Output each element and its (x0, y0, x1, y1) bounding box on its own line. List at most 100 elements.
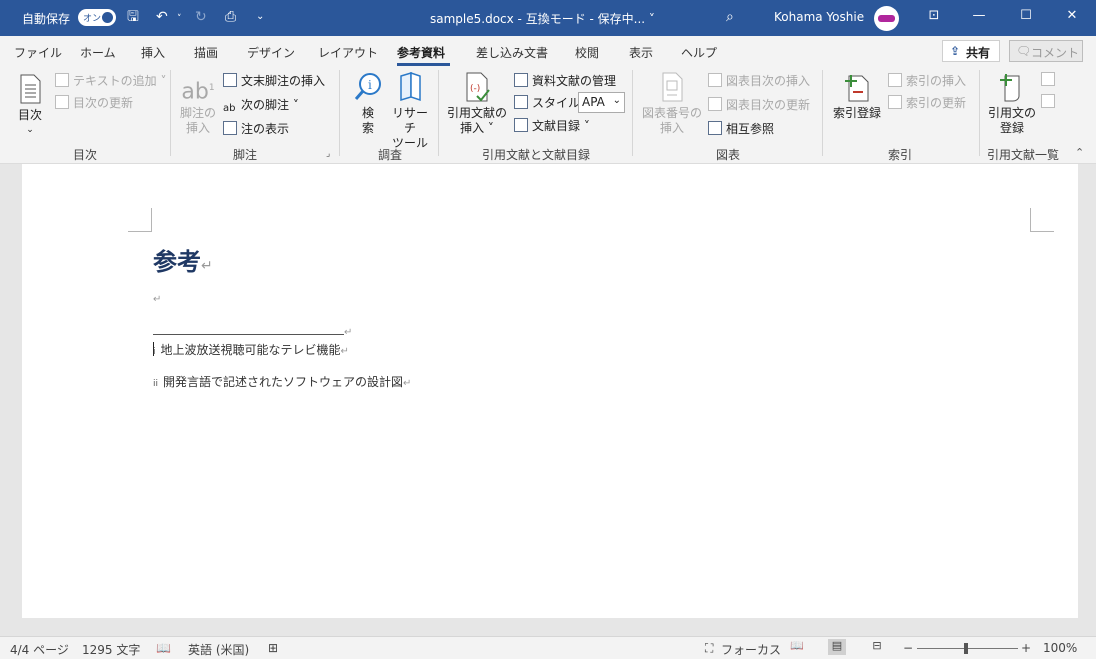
focus-label[interactable]: フォーカス (721, 641, 781, 658)
page-count[interactable]: 4/4 ページ (10, 641, 69, 658)
autosave-toggle[interactable]: オン (78, 9, 116, 26)
search-icon[interactable]: ⌕ (726, 8, 734, 26)
next-footnote-button[interactable]: ab 次の脚注 ˅ (223, 97, 299, 115)
mark-citation-button[interactable]: 引用文の 登録 (986, 72, 1038, 136)
show-notes-icon (223, 121, 237, 135)
heading-1[interactable]: 参考↵ (153, 242, 213, 277)
group-label-authorities: 引用文献一覧 (986, 148, 1059, 162)
page[interactable] (22, 164, 1078, 618)
tab-insert[interactable]: 挿入 (141, 44, 165, 61)
comments-button[interactable]: 🗨 コメント (1009, 40, 1083, 62)
tab-mailings[interactable]: 差し込み文書 (476, 44, 548, 61)
proofing-icon[interactable]: 📖 (156, 641, 171, 655)
footnote-dialog-launcher-icon[interactable]: ⌟ (326, 149, 330, 159)
language[interactable]: 英語 (米国) (188, 641, 249, 658)
document-title[interactable]: sample5.docx - 互換モード - 保存中... ˅ (430, 10, 655, 27)
insert-citation-label-1: 引用文献の (446, 106, 507, 120)
insert-table-of-figures-button[interactable]: 図表目次の挿入 (708, 73, 810, 89)
paragraph-mark: ↵ (340, 346, 349, 357)
manage-sources-button[interactable]: 資料文献の管理 (514, 73, 616, 89)
maximize-icon[interactable]: ☐ (1016, 8, 1036, 23)
zoom-in-button[interactable]: + (1021, 641, 1031, 655)
mark-entry-label: 索引登録 (832, 106, 881, 120)
tab-references[interactable]: 参考資料 (397, 44, 445, 61)
group-separator (632, 70, 633, 156)
update-table-button[interactable]: 図表目次の更新 (708, 97, 810, 113)
footnote-reference: i (153, 347, 156, 357)
share-label: 共有 (966, 46, 991, 60)
read-mode-icon[interactable]: 📖 (788, 639, 806, 655)
footnote-item[interactable]: i 地上波放送視聴可能なテレビ機能↵ (153, 341, 349, 358)
bibliography-button[interactable]: 文献目録 ˅ (514, 118, 590, 134)
update-table-label: 図表目次の更新 (726, 98, 811, 112)
save-icon[interactable]: 🖫 (127, 8, 139, 26)
zoom-level[interactable]: 100% (1043, 641, 1077, 655)
insert-citation-button[interactable]: (-) 引用文献の 挿入 ˅ (446, 72, 508, 136)
undo-icon[interactable]: ↶ (156, 8, 168, 26)
tab-draw[interactable]: 描画 (194, 44, 218, 61)
style-icon (514, 95, 528, 109)
customize-qat-icon[interactable]: ⌄ (256, 8, 264, 26)
update-table-of-authorities-icon[interactable] (1041, 94, 1059, 110)
show-notes-button[interactable]: 注の表示 (223, 121, 289, 137)
style-label-row: スタイル: (514, 95, 584, 111)
zoom-out-button[interactable]: − (903, 641, 913, 655)
comment-icon: 🗨 (1016, 44, 1032, 58)
toc-icon (20, 74, 41, 104)
tab-help[interactable]: ヘルプ (681, 44, 717, 61)
mark-citation-label-2: 登録 (999, 121, 1024, 135)
tab-review[interactable]: 校閲 (575, 44, 599, 61)
cross-reference-button[interactable]: 相互参照 (708, 121, 774, 137)
undo-dropdown-icon[interactable]: ˅ (177, 10, 182, 28)
cross-reference-icon (708, 121, 722, 135)
tab-home[interactable]: ホーム (80, 44, 116, 61)
insert-endnote-label: 文末脚注の挿入 (241, 74, 326, 88)
citation-style-select[interactable]: APA ⌄ (578, 92, 625, 113)
svg-text:(-): (-) (470, 84, 480, 94)
insert-table-of-authorities-icon[interactable] (1041, 72, 1059, 88)
tab-layout[interactable]: レイアウト (318, 44, 378, 61)
insert-caption-button[interactable]: 図表番号の 挿入 (640, 72, 704, 136)
collapse-ribbon-icon[interactable]: ⌃ (1075, 146, 1084, 159)
search-button[interactable]: i 検 索 (350, 72, 386, 136)
table-of-figures-icon (708, 73, 722, 87)
tab-view[interactable]: 表示 (629, 44, 653, 61)
print-preview-icon[interactable]: ⎙ (225, 8, 236, 26)
share-button[interactable]: ⇪ 共有 (942, 40, 1000, 62)
add-text-icon (55, 73, 69, 87)
svg-text:i: i (368, 78, 372, 92)
share-icon: ⇪ (950, 44, 961, 58)
tab-design[interactable]: デザイン (247, 44, 295, 61)
researcher-button[interactable]: リサーチ ツール (388, 71, 432, 151)
footnote-item[interactable]: ii 開発言語で記述されたソフトウェアの設計図↵ (153, 373, 411, 390)
heading-text: 参考 (153, 248, 201, 276)
mark-entry-button[interactable]: 索引登録 (830, 72, 884, 121)
insert-endnote-button[interactable]: 文末脚注の挿入 (223, 73, 325, 89)
web-layout-icon[interactable]: ⊟ (868, 639, 886, 655)
toc-label: 目次 (17, 108, 42, 122)
mark-citation-label-1: 引用文の (987, 106, 1036, 120)
insert-index-button[interactable]: 索引の挿入 (888, 73, 966, 89)
insert-footnote-button[interactable]: ab1 脚注の 挿入 (177, 74, 219, 136)
add-text-button[interactable]: テキストの追加 ˅ (55, 73, 166, 89)
zoom-slider-thumb[interactable] (964, 643, 968, 654)
ribbon-display-options-icon[interactable]: ⊡ (924, 8, 944, 23)
manage-sources-icon (514, 73, 528, 87)
footnote-text: 開発言語で記述されたソフトウェアの設計図 (163, 375, 404, 389)
tab-file[interactable]: ファイル (14, 44, 62, 61)
user-name[interactable]: Kohama Yoshie (774, 10, 864, 24)
accessibility-icon[interactable]: ⊞ (268, 641, 278, 655)
group-label-index: 索引 (887, 148, 912, 162)
focus-icon[interactable]: ⛶ (705, 641, 713, 656)
search-label-2: 索 (361, 121, 374, 135)
redo-icon[interactable]: ↻ (195, 8, 207, 26)
update-toc-button[interactable]: 目次の更新 (55, 95, 133, 111)
toc-button[interactable]: 目次 ⌄ (12, 74, 48, 138)
avatar[interactable] (874, 6, 899, 31)
update-index-button[interactable]: 索引の更新 (888, 95, 966, 111)
group-separator (339, 70, 340, 156)
minimize-icon[interactable]: — (969, 8, 989, 23)
close-icon[interactable]: ✕ (1062, 8, 1082, 23)
word-count[interactable]: 1295 文字 (82, 641, 140, 658)
print-layout-icon[interactable]: ▤ (828, 639, 846, 655)
